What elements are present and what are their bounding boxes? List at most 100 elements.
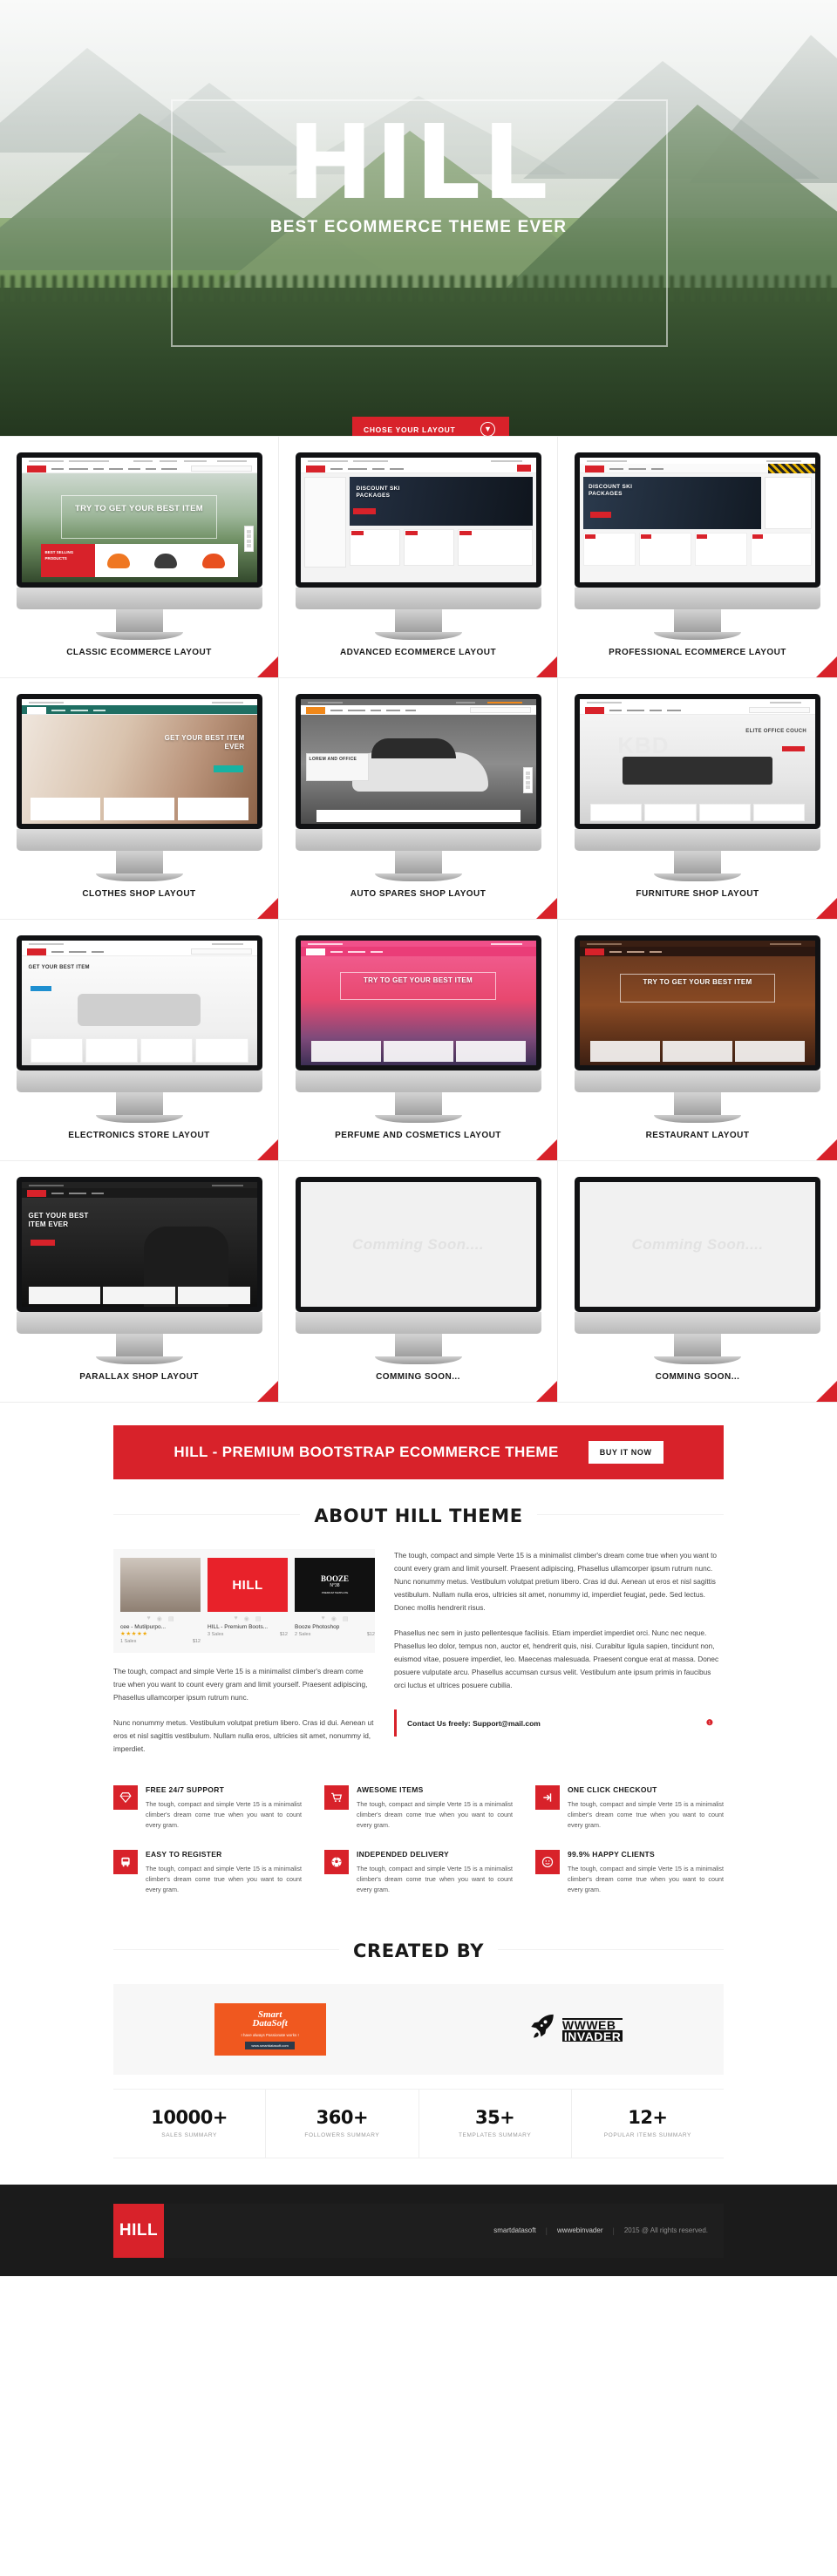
eye-icon[interactable]: ◉ bbox=[331, 1615, 337, 1622]
layout-card-label: PROFESSIONAL ECOMMERCE LAYOUT bbox=[609, 648, 786, 657]
contact-bar: Contact Us freely: Support@mail.com ❶ bbox=[394, 1709, 724, 1737]
smartdatasoft-url: www.smartdatasoft.com bbox=[245, 2041, 295, 2049]
hill-logo: HILL bbox=[232, 1577, 263, 1593]
counter-caption: POPULAR ITEMS SUMMARY bbox=[603, 2132, 691, 2138]
choose-your-layout-label: CHOSE YOUR LAYOUT bbox=[364, 425, 456, 434]
about-right-paragraph-1: The tough, compact and simple Verte 15 i… bbox=[394, 1551, 718, 1612]
layout-card-clothes[interactable]: GET YOUR BEST ITEM EVER CLOTHES SHOP LAY… bbox=[0, 678, 279, 920]
layout-card-coming-soon-2[interactable]: Comming Soon.... COMMING SOON... + bbox=[558, 1161, 837, 1403]
footer-logo[interactable]: HILL bbox=[113, 2203, 164, 2258]
footer-link-wwwebinvader[interactable]: wwwebinvader bbox=[557, 2226, 602, 2234]
feature-title: AWESOME ITEMS bbox=[357, 1785, 424, 1794]
cart-icon[interactable]: ▤ bbox=[343, 1615, 349, 1622]
layout-card-coming-soon-1[interactable]: Comming Soon.... COMMING SOON... + bbox=[279, 1161, 558, 1403]
promo-title: HILL - PREMIUM BOOTSTRAP ECOMMERCE THEME bbox=[174, 1444, 559, 1460]
layout-card-label: CLASSIC ECOMMERCE LAYOUT bbox=[66, 648, 212, 657]
expand-corner-badge[interactable]: + bbox=[536, 648, 557, 677]
about-heading-wrap: ABOUT HILL THEME bbox=[113, 1479, 724, 1549]
footer-link-smartdatasoft[interactable]: smartdatasoft bbox=[493, 2226, 535, 2234]
monitor-mockup: LOREM AND OFFICE bbox=[295, 694, 541, 881]
product-thumb: BOOZE N°38 PREMIUM TEMPLATE bbox=[295, 1558, 375, 1612]
booze-number: N°38 bbox=[330, 1583, 340, 1588]
product-actions: ♥ ◉ ▤ bbox=[208, 1612, 288, 1624]
heart-icon[interactable]: ♥ bbox=[235, 1615, 238, 1622]
product-sales: 3 Sales bbox=[208, 1632, 224, 1637]
wwwebinvader-logo[interactable]: WWWEB INVADER bbox=[527, 2012, 623, 2047]
monitor-mockup: DISCOUNT SKI PACKAGES bbox=[295, 452, 541, 640]
smartdatasoft-logo[interactable]: Smart DataSoft I have always Passionate … bbox=[214, 2003, 326, 2056]
choose-your-layout-button[interactable]: CHOSE YOUR LAYOUT ▼ bbox=[352, 417, 509, 436]
counter-templates: 35+ TEMPLATES SUMMARY bbox=[419, 2090, 572, 2158]
plus-icon: + bbox=[830, 647, 834, 655]
cart-icon[interactable]: ▤ bbox=[168, 1615, 174, 1622]
features-row: FREE 24/7 SUPPORT The tough, compact and… bbox=[113, 1785, 724, 1831]
created-by-logos: Smart DataSoft I have always Passionate … bbox=[113, 1984, 724, 2075]
expand-corner-badge[interactable]: + bbox=[816, 1131, 837, 1160]
expand-corner-badge[interactable]: + bbox=[257, 889, 278, 919]
expand-corner-badge[interactable]: + bbox=[257, 648, 278, 677]
buy-it-now-button[interactable]: BUY IT NOW bbox=[588, 1441, 663, 1464]
eye-icon[interactable]: ◉ bbox=[244, 1615, 249, 1622]
plus-icon: + bbox=[550, 888, 555, 896]
layout-card-label: ADVANCED ECOMMERCE LAYOUT bbox=[339, 648, 497, 657]
features-row: EASY TO REGISTER The tough, compact and … bbox=[113, 1850, 724, 1895]
product-sales: 2 Sales bbox=[295, 1632, 311, 1637]
layout-card-furniture[interactable]: KBD ELITE OFFICE COUCH FURNITURE SHOP LA… bbox=[558, 678, 837, 920]
counter-number: 35+ bbox=[474, 2107, 515, 2128]
expand-corner-badge[interactable]: + bbox=[816, 648, 837, 677]
layout-card-classic[interactable]: TRY TO GET YOUR BEST ITEM BEST SELLING P… bbox=[0, 437, 279, 678]
product-showcase: ♥ ◉ ▤ cee - Mutilpurpo... ★★★★★ 1 Sales … bbox=[113, 1549, 375, 1653]
soccer-ball-icon bbox=[324, 1850, 349, 1874]
layout-card-auto[interactable]: LOREM AND OFFICE AUTO SPARES SHOP LAYOUT… bbox=[279, 678, 558, 920]
screen-headline: TRY TO GET YOUR BEST ITEM bbox=[74, 504, 204, 513]
plus-icon: + bbox=[550, 1371, 555, 1379]
expand-corner-badge[interactable]: + bbox=[257, 1131, 278, 1160]
monitor-mockup: GET YOUR BEST ITEM EVER bbox=[16, 1177, 262, 1364]
layout-card-perfume[interactable]: TRY TO GET YOUR BEST ITEM PERFUME AND CO… bbox=[279, 920, 558, 1161]
expand-corner-badge[interactable]: + bbox=[536, 1131, 557, 1160]
heart-icon[interactable]: ♥ bbox=[322, 1615, 325, 1622]
feature-text: The tough, compact and simple Verte 15 i… bbox=[357, 1865, 513, 1893]
info-circle-icon[interactable]: ❶ bbox=[706, 1718, 713, 1728]
expand-corner-badge[interactable]: + bbox=[536, 1372, 557, 1402]
layout-card-parallax[interactable]: GET YOUR BEST ITEM EVER PARALLAX SHOP LA… bbox=[0, 1161, 279, 1403]
product-card[interactable]: BOOZE N°38 PREMIUM TEMPLATE ♥ ◉ ▤ Booze … bbox=[295, 1558, 375, 1644]
heart-icon[interactable]: ♥ bbox=[147, 1615, 151, 1622]
plus-icon: + bbox=[271, 647, 276, 655]
monitor-mockup: TRY TO GET YOUR BEST ITEM bbox=[295, 935, 541, 1123]
feature-title: 99.9% HAPPY CLIENTS bbox=[568, 1850, 656, 1859]
footer-separator: | bbox=[545, 2226, 548, 2235]
product-card[interactable]: ♥ ◉ ▤ cee - Mutilpurpo... ★★★★★ 1 Sales … bbox=[120, 1558, 201, 1644]
wwwebinvader-line2: INVADER bbox=[561, 2029, 623, 2043]
expand-corner-badge[interactable]: + bbox=[816, 889, 837, 919]
product-price: $12 bbox=[366, 1632, 375, 1637]
created-by-heading: CREATED BY bbox=[338, 1940, 499, 1961]
monitor-mockup: DISCOUNT SKI PACKAGES bbox=[575, 452, 820, 640]
screen-headline: GET YOUR BEST ITEM EVER bbox=[164, 734, 245, 751]
layout-card-professional[interactable]: DISCOUNT SKI PACKAGES PROFESSIONAL ECOMM… bbox=[558, 437, 837, 678]
monitor-mockup: TRY TO GET YOUR BEST ITEM BEST SELLING P… bbox=[16, 452, 262, 640]
expand-corner-badge[interactable]: + bbox=[816, 1372, 837, 1402]
footer-copyright: 2015 @ All rights reserved. bbox=[623, 2226, 708, 2234]
feature-easy-to-register: EASY TO REGISTER The tough, compact and … bbox=[113, 1850, 302, 1895]
cart-icon[interactable]: ▤ bbox=[255, 1615, 262, 1622]
screen-headline: GET YOUR BEST ITEM bbox=[28, 965, 90, 970]
screen-headline: TRY TO GET YOUR BEST ITEM bbox=[643, 978, 752, 986]
expand-corner-badge[interactable]: + bbox=[257, 1372, 278, 1402]
expand-corner-badge[interactable]: + bbox=[536, 889, 557, 919]
layout-card-advanced[interactable]: DISCOUNT SKI PACKAGES ADVANCED ECOMMERCE… bbox=[279, 437, 558, 678]
product-name: Booze Photoshop bbox=[295, 1624, 340, 1630]
plus-icon: + bbox=[271, 1130, 276, 1138]
product-actions: ♥ ◉ ▤ bbox=[295, 1612, 375, 1624]
layout-card-electronics[interactable]: GET YOUR BEST ITEM ELECTRONICS STORE LAY… bbox=[0, 920, 279, 1161]
layout-card-restaurant[interactable]: TRY TO GET YOUR BEST ITEM RESTAURANT LAY… bbox=[558, 920, 837, 1161]
page-title: HILL bbox=[287, 102, 550, 222]
login-arrow-icon bbox=[535, 1785, 560, 1810]
product-name: HILL - Premium Boots... bbox=[208, 1624, 269, 1630]
feature-text: The tough, compact and simple Verte 15 i… bbox=[357, 1800, 513, 1829]
booze-subtitle: PREMIUM TEMPLATE bbox=[321, 1591, 349, 1594]
product-card[interactable]: HILL ♥ ◉ ▤ HILL - Premium Boots... 3 Sal… bbox=[208, 1558, 288, 1644]
eye-icon[interactable]: ◉ bbox=[157, 1615, 162, 1622]
product-meta: 3 Sales $12 bbox=[208, 1630, 288, 1637]
feature-happy-clients: 99.9% HAPPY CLIENTS The tough, compact a… bbox=[535, 1850, 724, 1895]
